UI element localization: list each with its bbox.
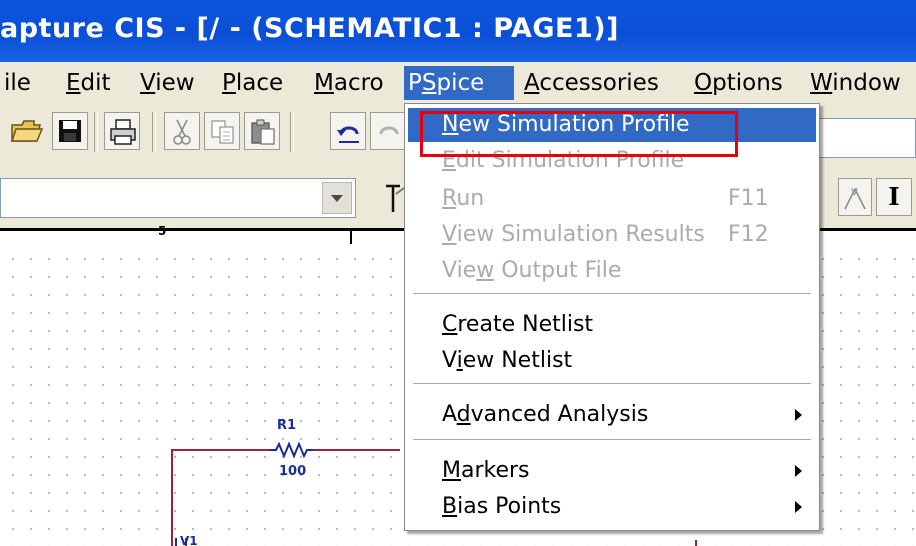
menu-item-shortcut: F12: [728, 222, 769, 247]
toolbar-separator: [152, 112, 156, 152]
resistor-value-label: 100: [279, 464, 307, 479]
menu-item-view-simulation-results[interactable]: View Simulation Results F12: [408, 218, 816, 252]
submenu-arrow-icon: [795, 465, 802, 477]
menu-item-view-output-file[interactable]: View Output File: [408, 254, 816, 288]
menu-view[interactable]: View: [136, 66, 199, 100]
menu-item-advanced-analysis[interactable]: Advanced Analysis: [408, 398, 816, 432]
menu-item-markers[interactable]: Markers: [408, 454, 816, 488]
menu-item-label: View Netlist: [442, 348, 573, 373]
menu-place[interactable]: Place: [218, 66, 287, 100]
menu-file[interactable]: ile: [0, 66, 35, 100]
submenu-arrow-icon: [795, 409, 802, 421]
menu-macro[interactable]: Macro: [310, 66, 388, 100]
select-tool-icon[interactable]: [380, 182, 406, 216]
menu-item-label: Advanced Analysis: [442, 402, 649, 427]
source-ref-label: V1: [180, 534, 198, 546]
print-icon[interactable]: [104, 112, 140, 150]
resistor-symbol: [270, 441, 313, 459]
title-bar[interactable]: apture CIS - [/ - (SCHEMATIC1 : PAGE1)]: [0, 0, 916, 62]
resistor-ref-label: R1: [277, 418, 297, 433]
open-folder-icon[interactable]: [6, 112, 46, 150]
menu-options[interactable]: Options: [690, 66, 787, 100]
menu-item-view-netlist[interactable]: View Netlist: [408, 344, 816, 378]
pspice-dropdown-menu: New Simulation Profile Edit Simulation Pr…: [404, 103, 820, 531]
ruler-tick: [350, 228, 352, 244]
menu-item-shortcut: F11: [728, 186, 769, 211]
copy-icon[interactable]: [204, 112, 240, 150]
toolbar-separator: [290, 112, 294, 152]
menu-accessories[interactable]: Accessories: [520, 66, 663, 100]
save-icon[interactable]: [52, 112, 88, 150]
menu-item-bias-points[interactable]: Bias Points: [408, 490, 816, 524]
annotation-highlight-box: [420, 111, 738, 157]
menu-separator: [413, 439, 811, 441]
submenu-arrow-icon: [795, 501, 802, 513]
toolbar-separator: [94, 112, 98, 152]
menu-item-label: Run: [442, 186, 485, 211]
app-window: apture CIS - [/ - (SCHEMATIC1 : PAGE1)] …: [0, 0, 916, 546]
menu-item-run[interactable]: Run F11: [408, 182, 816, 216]
current-marker-button[interactable]: I: [876, 178, 912, 216]
menu-item-label: Create Netlist: [442, 312, 594, 337]
chevron-down-icon[interactable]: [322, 182, 352, 214]
part-selector-combo[interactable]: [0, 178, 356, 218]
wire-left: [171, 449, 270, 546]
paste-icon[interactable]: [244, 112, 280, 150]
menu-item-label: View Simulation Results: [442, 222, 705, 247]
window-title: apture CIS - [/ - (SCHEMATIC1 : PAGE1)]: [0, 13, 619, 44]
menu-pspice[interactable]: PSpice: [404, 66, 514, 100]
voltage-marker-icon[interactable]: V: [838, 178, 872, 216]
toolbar-search-field[interactable]: [818, 118, 916, 158]
menu-bar: ile Edit View Place Macro PSpice Accesso…: [0, 62, 916, 104]
ruler-label: 5: [158, 224, 167, 238]
cut-icon[interactable]: [164, 112, 200, 150]
menu-separator: [413, 293, 811, 295]
menu-window[interactable]: Window: [806, 66, 905, 100]
svg-text:V: V: [851, 187, 858, 198]
menu-separator: [413, 383, 811, 385]
redo-icon[interactable]: [370, 112, 404, 150]
menu-item-label: Bias Points: [442, 494, 562, 519]
undo-icon[interactable]: [330, 112, 366, 150]
menu-item-label: Markers: [442, 458, 530, 483]
menu-item-create-netlist[interactable]: Create Netlist: [408, 308, 816, 342]
menu-item-label: View Output File: [442, 258, 622, 283]
menu-edit[interactable]: Edit: [62, 66, 115, 100]
